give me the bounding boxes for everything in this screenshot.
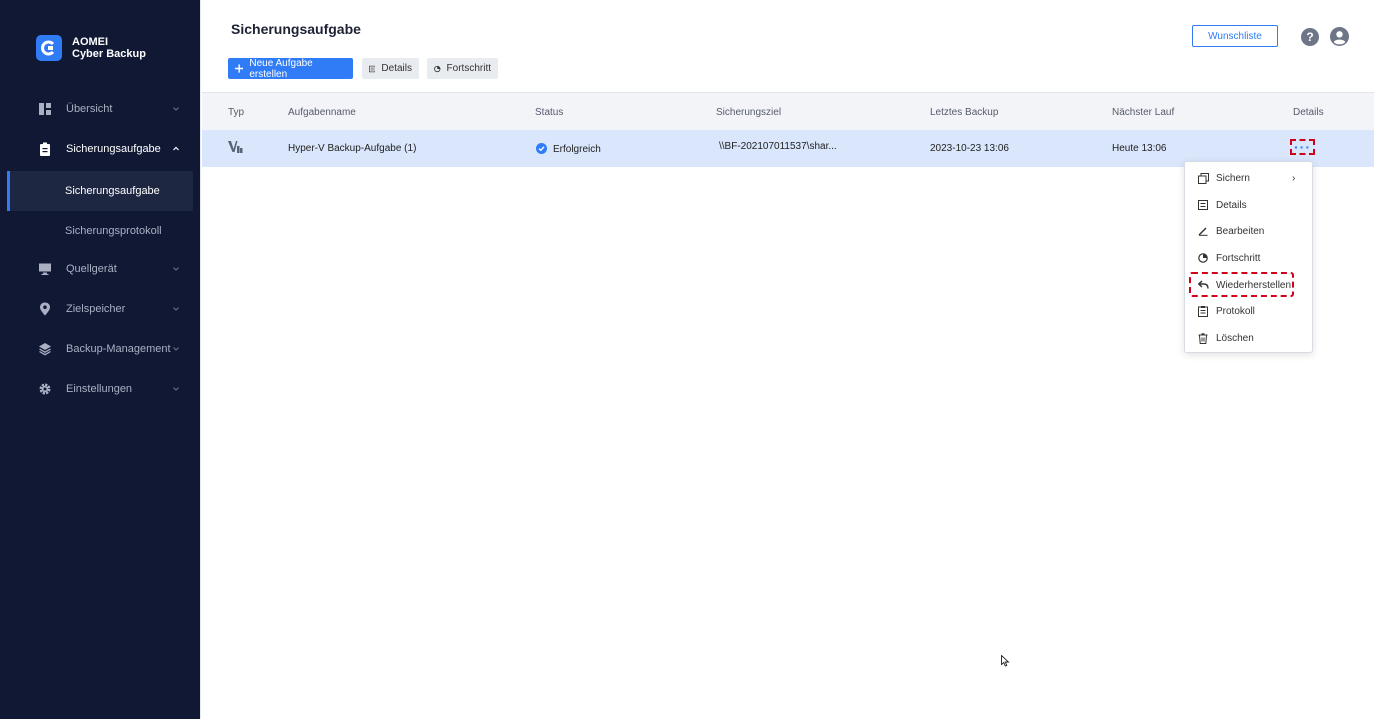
user-icon[interactable] <box>1330 27 1349 46</box>
aomei-logo-icon <box>36 35 62 61</box>
sidebar-item-label: Quellgerät <box>66 263 117 275</box>
dashboard-icon <box>39 103 51 115</box>
plus-icon <box>235 64 244 73</box>
check-circle-icon <box>536 143 547 154</box>
sidebar-subitem-backup-task[interactable]: Sicherungsaufgabe <box>7 171 193 211</box>
sidebar-item-settings[interactable]: Einstellungen <box>0 369 200 409</box>
sidebar-subitem-label: Sicherungsprotokoll <box>65 225 162 237</box>
sidebar-item-label: Einstellungen <box>66 383 133 395</box>
menu-item-progress[interactable]: Fortschritt <box>1185 245 1312 271</box>
chevron-up-icon <box>173 146 179 151</box>
help-icon[interactable]: ? <box>1301 28 1319 46</box>
sidebar-item-source-device[interactable]: Quellgerät <box>0 249 200 289</box>
task-status: Erfolgreich <box>536 143 601 155</box>
menu-item-edit[interactable]: Bearbeiten <box>1185 218 1312 244</box>
sidebar-item-label: Übersicht <box>66 103 113 115</box>
menu-item-backup[interactable]: Sichern › <box>1185 165 1312 191</box>
gear-icon <box>39 383 51 395</box>
trash-icon <box>1198 332 1208 344</box>
chevron-right-icon: › <box>1292 172 1296 184</box>
column-header-target: Sicherungsziel <box>716 107 782 118</box>
brand-name-line2: Cyber Backup <box>72 48 146 60</box>
sidebar-subitem-label: Sicherungsaufgabe <box>65 185 160 197</box>
menu-item-label: Löschen <box>1216 332 1254 344</box>
main-content: Sicherungsaufgabe Neue Aufgabe erstellen… <box>200 0 1374 719</box>
new-task-button[interactable]: Neue Aufgabe erstellen <box>228 57 353 80</box>
sidebar-item-label: Sicherungsaufgabe <box>66 143 161 155</box>
column-header-details: Details <box>1293 107 1324 118</box>
menu-item-log[interactable]: Protokoll <box>1185 298 1312 324</box>
wishlist-button[interactable]: Wunschliste <box>1192 25 1278 47</box>
table-header: Typ Aufgabenname Status Sicherungsziel L… <box>202 92 1374 130</box>
task-status-label: Erfolgreich <box>553 144 601 155</box>
page-title: Sicherungsaufgabe <box>231 21 361 37</box>
chevron-down-icon <box>173 267 179 271</box>
log-icon <box>1198 305 1208 317</box>
new-task-label: Neue Aufgabe erstellen <box>249 57 313 80</box>
task-next-run: Heute 13:06 <box>1112 143 1167 154</box>
task-target: \\BF-202107011537\shar... <box>719 141 837 152</box>
edit-icon <box>1198 227 1208 236</box>
progress-button[interactable]: Fortschritt <box>427 58 498 79</box>
menu-item-label: Protokoll <box>1216 305 1255 317</box>
column-header-type: Typ <box>228 107 245 118</box>
chevron-down-icon <box>173 387 179 391</box>
sidebar-subitem-backup-log[interactable]: Sicherungsprotokoll <box>7 211 193 251</box>
details-button[interactable]: Details <box>362 58 419 79</box>
restore-highlight-annotation <box>1189 272 1294 297</box>
sidebar-item-backup-management[interactable]: Backup-Management <box>0 329 200 369</box>
progress-icon <box>434 65 441 72</box>
sidebar-item-target-storage[interactable]: Zielspeicher <box>0 289 200 329</box>
context-menu: Sichern › Details Bearbeiten Fortschritt… <box>1184 161 1313 353</box>
progress-label: Fortschritt <box>446 63 491 74</box>
details-label: Details <box>381 63 412 74</box>
brand-name-line1: AOMEI <box>72 36 109 48</box>
sidebar-item-label: Zielspeicher <box>66 303 126 315</box>
brand-name: AOMEI Cyber Backup <box>72 36 146 60</box>
menu-item-label: Details <box>1216 199 1247 211</box>
menu-item-delete[interactable]: Löschen <box>1185 325 1312 351</box>
details-icon <box>1198 200 1208 210</box>
sidebar-item-backup-task[interactable]: Sicherungsaufgabe <box>0 129 200 169</box>
sidebar: AOMEI Cyber Backup Übersicht Sicherungsa… <box>0 0 200 719</box>
more-options-button[interactable]: ··· <box>1290 139 1315 155</box>
task-last-backup: 2023-10-23 13:06 <box>930 143 1009 154</box>
menu-item-label: Sichern <box>1216 172 1250 184</box>
brand: AOMEI Cyber Backup <box>36 35 146 61</box>
column-header-last-backup: Letztes Backup <box>930 107 999 118</box>
sidebar-item-label: Backup-Management <box>66 343 171 355</box>
hyper-v-icon <box>228 141 243 153</box>
chevron-down-icon <box>173 107 179 111</box>
column-header-next-run: Nächster Lauf <box>1112 107 1175 118</box>
clipboard-icon <box>40 142 50 156</box>
location-pin-icon <box>40 302 50 316</box>
monitor-icon <box>39 263 51 275</box>
copy-icon <box>1198 172 1209 184</box>
details-icon <box>369 65 376 72</box>
sidebar-item-overview[interactable]: Übersicht <box>0 89 200 129</box>
layers-icon <box>39 343 51 356</box>
task-name: Hyper-V Backup-Aufgabe (1) <box>288 143 417 154</box>
chevron-down-icon <box>173 347 179 351</box>
menu-item-label: Bearbeiten <box>1216 225 1265 237</box>
mouse-cursor-icon <box>1001 655 1010 667</box>
column-header-name: Aufgabenname <box>288 107 356 118</box>
menu-item-details[interactable]: Details <box>1185 192 1312 218</box>
progress-icon <box>1198 253 1208 263</box>
menu-item-label: Fortschritt <box>1216 252 1261 264</box>
column-header-status: Status <box>535 107 564 118</box>
chevron-down-icon <box>173 307 179 311</box>
